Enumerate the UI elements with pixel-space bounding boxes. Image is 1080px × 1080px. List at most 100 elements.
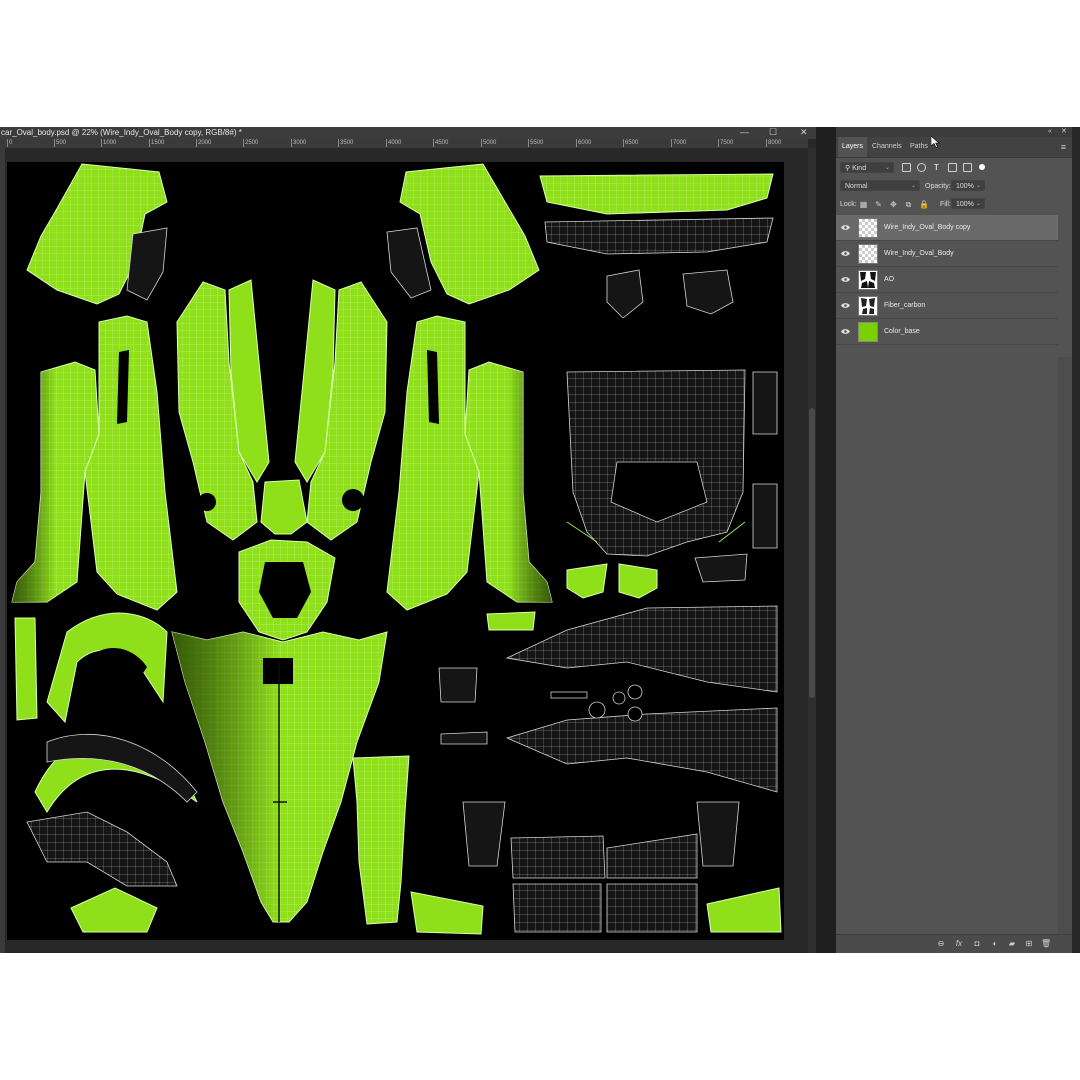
new-layer-icon[interactable]: ⊞ [1024,939,1034,949]
ruler-tick: 6500 [623,139,639,147]
ruler-tick: 2000 [196,139,212,147]
smart-object-filter-icon[interactable] [963,163,972,172]
link-icon[interactable]: ⊖ [936,939,946,949]
tab-layers[interactable]: Layers [838,137,868,157]
filter-kind-value: Kind [852,165,867,172]
document-tab-title[interactable]: car_Oval_body.psd @ 22% (Wire_Indy_Oval_… [0,127,816,139]
canvas-area[interactable] [5,148,808,953]
ruler-tick: 1000 [101,139,117,147]
layer-row[interactable]: Color_base [836,319,1058,345]
layers-list: Wire_Indy_Oval_Body copy Wire_Indy_Oval_… [836,215,1072,355]
document-title-text: car_Oval_body.psd @ 22% (Wire_Indy_Oval_… [1,128,242,137]
ruler-tick: 1500 [149,139,165,147]
panel-menu-icon[interactable]: ≡ [1061,142,1066,152]
blend-mode-value: Normal [845,183,868,190]
adjustment-icon[interactable]: ◐ [990,939,1000,949]
mask-icon[interactable]: ◘ [972,939,982,949]
layer-row[interactable]: Wire_Indy_Oval_Body copy [836,215,1058,241]
layer-thumbnail [858,296,878,316]
visibility-eye-icon[interactable] [841,250,850,257]
ruler-tick: 5500 [528,139,544,147]
ruler-tick: 4500 [433,139,449,147]
maximize-icon[interactable]: ☐ [769,127,777,138]
fill-label: Fill: [940,201,951,208]
fill-value: 100% [956,201,974,208]
visibility-eye-icon[interactable] [841,302,850,309]
lock-all-icon[interactable]: 🔒 [919,200,929,209]
layer-filter-row: ⚲ Kind ⌄ T [836,161,1072,175]
ruler-tick: 3500 [338,139,354,147]
panel-gutter [816,127,836,953]
close-icon[interactable]: ✕ [800,127,808,138]
photoshop-workspace: car_Oval_body.psd @ 22% (Wire_Indy_Oval_… [0,127,1080,953]
panel-scrollbar[interactable] [1058,357,1072,935]
chevron-down-icon: ⌄ [884,165,890,171]
lock-label: Lock: [840,201,857,208]
layer-thumbnail [858,218,878,238]
ruler-tick: 2500 [243,139,259,147]
ruler-tick: 4000 [386,139,402,147]
group-folder-icon[interactable]: ▰ [1007,939,1017,949]
visibility-eye-icon[interactable] [841,276,850,283]
tab-channels[interactable]: Channels [868,137,906,157]
opacity-label: Opacity: [925,183,951,190]
uv-texture-canvas[interactable] [7,162,784,940]
layer-row[interactable]: Wire_Indy_Oval_Body [836,241,1058,267]
filter-toggle-icon[interactable] [979,164,985,170]
layer-name: AO [884,276,895,283]
uv-layout-artwork [11,163,782,935]
shape-filter-icon[interactable] [948,163,957,172]
lock-transparent-pixels-icon[interactable]: ▦ [859,200,868,209]
trash-icon[interactable]: 🗑 [1041,939,1051,949]
lock-artboard-icon[interactable]: ⧉ [904,200,913,209]
layer-row[interactable]: AO [836,267,1058,293]
layer-name: Wire_Indy_Oval_Body copy [884,224,971,231]
ruler-tick: 8000 [766,139,782,147]
layer-name: Color_base [884,328,920,335]
adjustment-filter-icon[interactable] [917,163,926,172]
visibility-eye-icon[interactable] [841,224,850,231]
pixel-filter-icon[interactable] [902,163,911,172]
filter-kind-dropdown[interactable]: ⚲ Kind ⌄ [840,162,894,173]
opacity-value: 100% [956,183,974,190]
minimize-icon[interactable]: — [740,127,749,138]
fx-icon[interactable]: fx [954,939,964,949]
scrollbar-thumb[interactable] [809,408,815,698]
lock-image-pixels-icon[interactable]: ✎ [874,200,883,209]
lock-row: Lock: ▦ ✎ ✥ ⧉ 🔒 Fill: 100% ⌄ [836,197,1072,211]
ruler-tick: 6000 [576,139,592,147]
mouse-cursor-icon [931,136,940,148]
layers-panel: « ✕ Layers Channels Paths ≡ ⚲ Kind ⌄ T N… [836,127,1072,953]
fiber-thumbnail-art [861,298,875,314]
panel-title-bar[interactable]: « ✕ [836,127,1072,137]
blend-row: Normal ⌄ Opacity: 100% ⌄ [836,179,1072,193]
canvas-vertical-scrollbar[interactable] [808,148,816,953]
ao-thumbnail-art [860,272,876,288]
ruler-tick: 7000 [671,139,687,147]
ruler-tick: 500 [54,139,67,147]
layer-name: Fiber_carbon [884,302,926,309]
layer-thumbnail [858,322,878,342]
layer-thumbnail [858,244,878,264]
opacity-field[interactable]: 100% ⌄ [951,180,985,191]
type-filter-icon[interactable]: T [932,163,941,172]
chevron-down-icon: ⌄ [975,183,981,189]
layer-name: Wire_Indy_Oval_Body [884,250,954,257]
ruler-tick: 5000 [481,139,497,147]
panel-footer: ⊖ fx ◘ ◐ ▰ ⊞ 🗑 [836,934,1072,953]
layer-row[interactable]: Fiber_carbon [836,293,1058,319]
tab-paths[interactable]: Paths [906,137,932,157]
lock-position-icon[interactable]: ✥ [889,200,898,209]
chevron-down-icon: ⌄ [910,183,916,189]
blend-mode-dropdown[interactable]: Normal ⌄ [840,180,920,191]
ruler-tick: 3000 [291,139,307,147]
visibility-eye-icon[interactable] [841,328,850,335]
ruler-tick: 7500 [718,139,734,147]
chevron-down-icon: ⌄ [975,201,981,207]
close-panel-icon[interactable]: ✕ [1061,127,1067,137]
ruler-tick: 0 [7,139,13,147]
fill-field[interactable]: 100% ⌄ [951,198,985,209]
layer-thumbnail [858,270,878,290]
panel-tabs: Layers Channels Paths ≡ [836,137,1072,158]
collapse-panel-icon[interactable]: « [1048,127,1052,137]
